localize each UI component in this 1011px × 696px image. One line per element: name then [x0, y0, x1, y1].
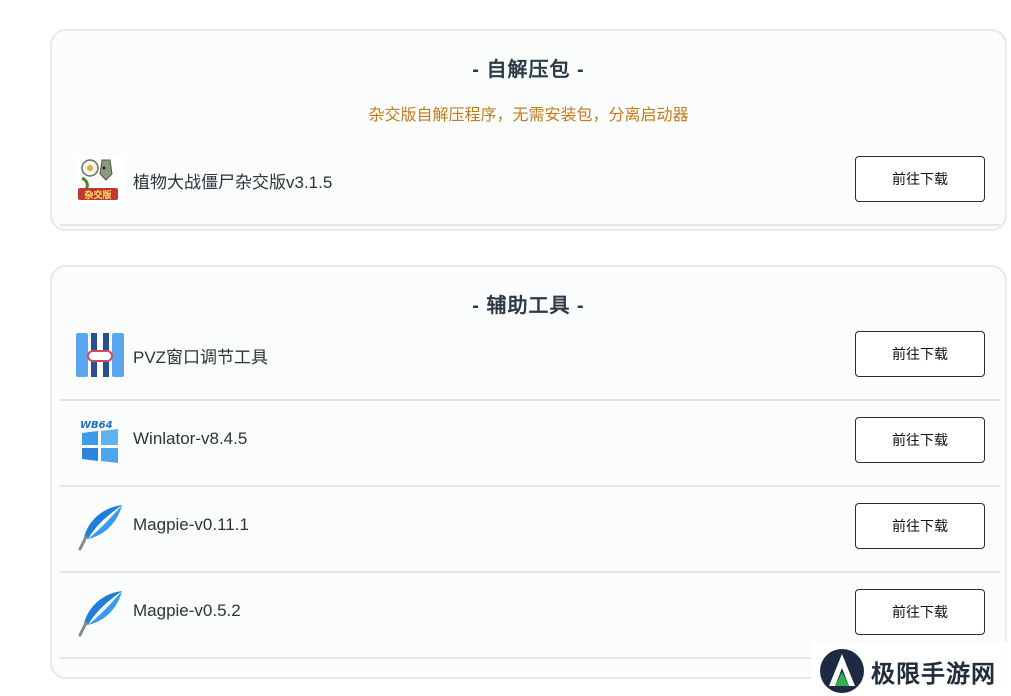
- list-item: 杂交版 植物大战僵尸杂交版v3.1.5 前往下载: [60, 142, 1000, 226]
- list-item: PVZ窗口调节工具 前往下载: [60, 317, 1000, 401]
- svg-text:WB64: WB64: [80, 420, 113, 431]
- download-button[interactable]: 前往下载: [855, 417, 985, 463]
- magpie-feather-icon: [78, 505, 122, 551]
- app-name: Winlator-v8.4.5: [133, 429, 248, 448]
- list-item: Magpie-v0.11.1 前往下载: [60, 489, 1000, 573]
- app-name: Magpie-v0.5.2: [133, 601, 241, 620]
- download-button[interactable]: 前往下载: [855, 589, 985, 635]
- section-title: - 辅助工具 -: [472, 295, 585, 317]
- site-watermark: 极限手游网: [811, 642, 1011, 696]
- app-name: Magpie-v0.11.1: [133, 515, 249, 534]
- list-item: WB64 Winlator-v8.4.5 前往下载: [60, 403, 1000, 487]
- self-extract-section: - 自解压包 - 杂交版自解压程序，无需安装包，分离启动器 杂交版 植物大战僵尸…: [50, 29, 1007, 231]
- watermark-text: 极限手游网: [871, 659, 996, 688]
- svg-text:杂交版: 杂交版: [84, 189, 111, 201]
- winlator-icon: WB64: [80, 420, 118, 463]
- app-name: 植物大战僵尸杂交版v3.1.5: [133, 173, 333, 192]
- magpie-feather-icon: [78, 591, 122, 637]
- section-title: - 自解压包 -: [472, 59, 585, 81]
- app-name: PVZ窗口调节工具: [133, 348, 269, 367]
- section-subtitle: 杂交版自解压程序，无需安装包，分离启动器: [368, 107, 689, 124]
- pvz-hybrid-icon: 杂交版: [76, 156, 124, 204]
- download-button[interactable]: 前往下载: [855, 156, 985, 202]
- tools-section: - 辅助工具 - PVZ窗口调节工具 前往下载 WB64 Winlator-v8…: [50, 265, 1007, 679]
- download-button[interactable]: 前往下载: [855, 331, 985, 377]
- jixian-logo-icon: [820, 649, 864, 693]
- download-button[interactable]: 前往下载: [855, 503, 985, 549]
- pvz-window-tool-icon: [76, 333, 124, 377]
